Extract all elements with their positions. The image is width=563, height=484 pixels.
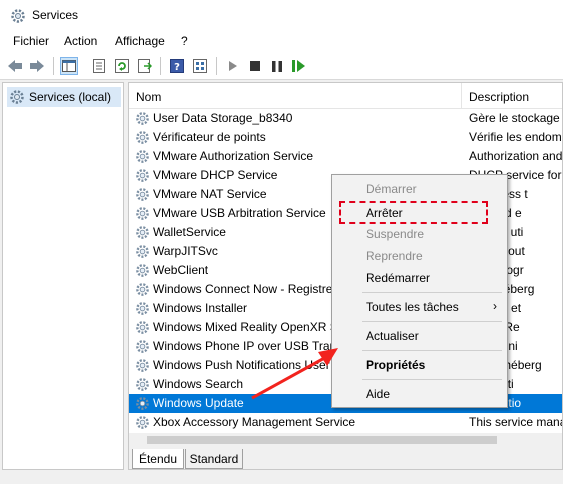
service-gear-icon (135, 149, 150, 164)
service-name: WalletService (153, 225, 226, 239)
tree-node-services-local[interactable]: Services (local) (7, 87, 121, 107)
service-name: VMware USB Arbitration Service (153, 206, 326, 220)
services-gear-icon (11, 9, 25, 23)
svg-text:?: ? (174, 62, 180, 73)
help-icon[interactable]: ? (168, 57, 186, 75)
service-gear-icon (135, 320, 150, 335)
menu-item-demarrer[interactable]: Démarrer (366, 182, 417, 196)
refresh-icon[interactable] (113, 57, 131, 75)
view-tabs: Étendu Standard (129, 447, 562, 469)
red-dashed-highlight-box (339, 201, 488, 224)
view-details-icon[interactable] (191, 57, 209, 75)
menu-affichage[interactable]: Affichage (115, 34, 165, 48)
toolbar-separator (53, 57, 54, 75)
console-tree-icon[interactable] (60, 57, 78, 75)
service-name: Windows Connect Now - Registre (153, 282, 333, 296)
pause-service-icon[interactable] (268, 57, 286, 75)
restart-service-icon[interactable] (290, 57, 308, 75)
service-gear-icon (135, 206, 150, 221)
service-name: Windows Search (153, 377, 244, 391)
console-tree-pane: Services (local) (2, 82, 124, 470)
menu-item-reprendre[interactable]: Reprendre (366, 249, 423, 263)
service-description: Gère le stockage d (469, 111, 563, 125)
service-name: Vérificateur de points (153, 130, 266, 144)
menu-help[interactable]: ? (181, 34, 188, 48)
service-description: Vérifie les endomm (469, 130, 563, 144)
toolbar: ? (0, 52, 563, 80)
service-gear-icon (135, 301, 150, 316)
service-name: Windows Phone IP over USB Trans (153, 339, 343, 353)
service-name: Windows Update (153, 396, 244, 410)
column-header-name-label: Nom (136, 90, 162, 104)
service-gear-icon (135, 339, 150, 354)
column-header-description[interactable]: Description (461, 83, 562, 109)
service-name: Xbox Accessory Management Service (153, 415, 356, 429)
service-gear-icon (135, 415, 150, 430)
gear-icon (10, 90, 24, 104)
service-gear-icon (135, 244, 150, 259)
table-row[interactable]: Vérificateur de points Vérifie les endomm (129, 128, 563, 147)
service-name: Windows Mixed Reality OpenXR S (153, 320, 338, 334)
service-name: Windows Installer (153, 301, 248, 315)
horizontal-scrollbar[interactable] (129, 433, 562, 447)
submenu-chevron-right-icon: › (493, 299, 497, 313)
service-name: WebClient (153, 263, 209, 277)
window-title: Services (32, 8, 79, 22)
service-name: VMware NAT Service (153, 187, 267, 201)
menu-bar: Fichier Action Affichage ? (0, 30, 563, 52)
toolbar-separator (160, 57, 161, 75)
service-gear-icon (135, 358, 150, 373)
table-row[interactable]: User Data Storage_b8340 Gère le stockage … (129, 109, 563, 128)
menu-separator (362, 379, 502, 380)
tree-node-label: Services (local) (29, 90, 112, 104)
service-description: Authorization and (469, 149, 563, 163)
menu-item-toutes-les-taches[interactable]: Toutes les tâches (366, 300, 459, 314)
service-gear-icon (135, 111, 150, 126)
menu-separator (362, 321, 502, 322)
start-service-icon[interactable] (224, 57, 242, 75)
service-name: VMware DHCP Service (153, 168, 278, 182)
forward-arrow-icon[interactable] (28, 57, 46, 75)
menu-item-aide[interactable]: Aide (366, 387, 390, 401)
title-bar: Services (0, 0, 563, 30)
properties-page-icon[interactable] (90, 57, 108, 75)
table-row[interactable]: VMware Authorization Service Authorizatio… (129, 147, 563, 166)
menu-item-actualiser[interactable]: Actualiser (366, 329, 419, 343)
service-name: User Data Storage_b8340 (153, 111, 293, 125)
menu-separator (362, 292, 502, 293)
service-gear-icon (135, 263, 150, 278)
menu-fichier[interactable]: Fichier (13, 34, 49, 48)
menu-item-redemarrer[interactable]: Redémarrer (366, 271, 430, 285)
menu-item-suspendre[interactable]: Suspendre (366, 227, 424, 241)
service-name: Windows Push Notifications User (153, 358, 330, 372)
service-description: This service mana (469, 415, 563, 429)
tab-etendu[interactable]: Étendu (132, 449, 184, 469)
service-gear-icon (135, 225, 150, 240)
service-gear-icon (135, 396, 150, 411)
menu-item-proprietes[interactable]: Propriétés (366, 358, 425, 372)
stop-service-icon[interactable] (246, 57, 264, 75)
service-name: VMware Authorization Service (153, 149, 314, 163)
service-gear-icon (135, 282, 150, 297)
toolbar-separator (216, 57, 217, 75)
service-gear-icon (135, 187, 150, 202)
tab-standard[interactable]: Standard (185, 449, 243, 469)
service-gear-icon (135, 168, 150, 183)
service-gear-icon (135, 377, 150, 392)
menu-separator (362, 350, 502, 351)
service-name: WarpJITSvc (153, 244, 218, 258)
back-arrow-icon[interactable] (6, 57, 24, 75)
export-list-icon[interactable] (136, 57, 154, 75)
menu-action[interactable]: Action (64, 34, 97, 48)
column-header-name[interactable]: Nom (129, 83, 461, 109)
context-menu: Démarrer Arrêter Suspendre Reprendre Red… (331, 174, 508, 408)
column-header-description-label: Description (469, 90, 530, 104)
table-row[interactable]: Xbox Accessory Management Service This se… (129, 413, 563, 432)
scrollbar-thumb[interactable] (147, 436, 497, 444)
service-gear-icon (135, 130, 150, 145)
